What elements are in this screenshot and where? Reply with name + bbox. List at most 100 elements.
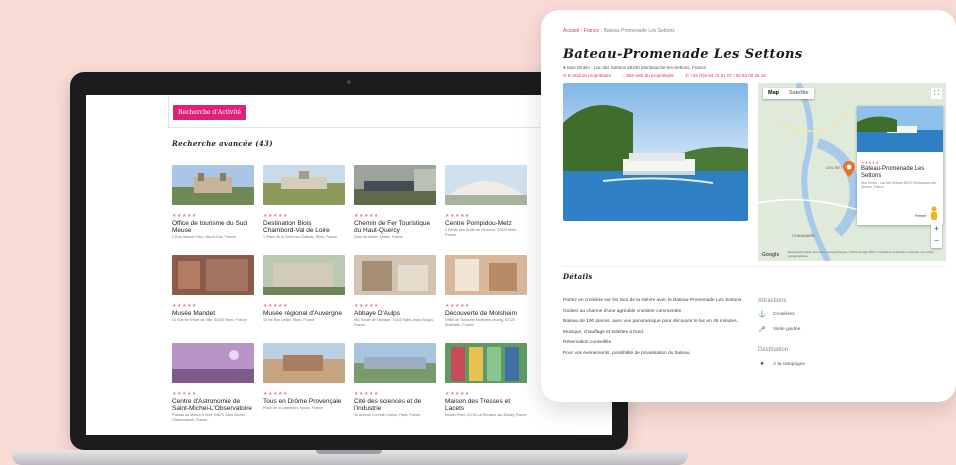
result-thumbnail xyxy=(172,255,254,295)
result-name[interactable]: Découverte de Molsheim xyxy=(445,310,527,317)
page-title: Bateau-Promenade Les Settons xyxy=(563,47,803,62)
attractions-heading: Attractions xyxy=(758,298,787,304)
result-address: 10 bis Rue Delille, Riom, France xyxy=(263,318,315,322)
rating-stars: ★★★★★ xyxy=(354,303,379,309)
email-link[interactable]: ✉ E-mail du propriétaire xyxy=(563,73,616,78)
result-card[interactable]: ★★★★★ Musée Mandet 14 Rue de l'Hôtel de … xyxy=(172,255,254,323)
result-address: 1 Place de la Grève du Château, Blois, F… xyxy=(263,235,338,239)
listing-address: ● Mon Dinélo - Lac des Settons 58230 Mon… xyxy=(563,65,706,70)
rating-stars: ★★★★★ xyxy=(263,213,288,219)
fullscreen-icon[interactable]: ⛶ xyxy=(931,88,942,99)
location-pin-icon: ● xyxy=(563,65,566,70)
result-address: 1 Parvis des Droits de l'Homme, 57020 Me… xyxy=(445,228,517,237)
result-name[interactable]: Maison des Tresses et Lacets xyxy=(445,398,527,412)
search-results-screen xyxy=(86,95,612,435)
map-attribution: Raccourcis clavier Données cartographiqu… xyxy=(788,250,935,258)
result-name[interactable]: Chemin de Fer Touristique du Haut-Quercy xyxy=(354,220,436,234)
location-map[interactable]: Map Satellite ⛶ LES SETTONS CHAUMARD ★★★… xyxy=(758,83,946,261)
result-card[interactable]: ★★★★★ Office de tourisme du Sud Meuse 1 … xyxy=(172,165,254,240)
description-paragraph: Réservation conseillée. xyxy=(563,340,613,345)
rating-stars: ★★★★★ xyxy=(263,303,288,309)
result-name[interactable]: Musée régional d'Auvergne xyxy=(263,310,345,317)
zoom-out-icon[interactable]: − xyxy=(931,235,942,247)
divider xyxy=(563,266,946,267)
boat-photo xyxy=(563,83,748,221)
result-name[interactable]: Tous en Drôme Provençale xyxy=(263,398,345,405)
result-thumbnail xyxy=(445,255,527,295)
result-thumbnail xyxy=(354,255,436,295)
popup-thumbnail xyxy=(857,106,943,152)
results-heading: Recherche avancée (43) xyxy=(172,139,273,148)
popup-address: Mon Dinélo - Lac des Settons 58230 Monts… xyxy=(861,181,938,189)
result-card[interactable]: ★★★★★ Tous en Drôme Provençale Place de … xyxy=(263,343,345,411)
result-address: Place de la Libération, Nyons, France xyxy=(263,406,323,410)
result-thumbnail xyxy=(172,165,254,205)
attraction-item: ⚓ Croisières xyxy=(758,311,795,318)
breadcrumb-home[interactable]: Accueil xyxy=(563,28,579,34)
description-paragraph: Bateau de 100 places, avec vue panoramiq… xyxy=(563,319,738,324)
zoom-controls: + − xyxy=(931,223,942,248)
breadcrumb: Accueil › France › Bateau-Promenade Les … xyxy=(563,28,675,34)
rating-stars: ★★★★★ xyxy=(445,303,470,309)
search-panel: Recherche d'Activité xyxy=(168,96,560,128)
result-name[interactable]: Centre Pompidou-Metz xyxy=(445,220,527,227)
rating-stars: ★★★★★ xyxy=(172,303,197,309)
result-card[interactable]: ★★★★★ Maison des Tresses et Lacets Mouli… xyxy=(445,343,527,418)
description: Partez en croisière sur les lacs de la N… xyxy=(563,298,748,361)
result-name[interactable]: Office de tourisme du Sud Meuse xyxy=(172,220,254,234)
contact-links: ✉ E-mail du propriétaire ⌂ Site web du p… xyxy=(563,73,776,79)
rating-stars: ★★★★★ xyxy=(354,391,379,397)
zoom-in-icon[interactable]: + xyxy=(931,223,942,235)
attraction-label: Croisières xyxy=(773,312,795,317)
phone-label: +33 (0)6 84 72 51 07 / 06 83 00 36 16 xyxy=(690,73,766,78)
result-name[interactable]: Centre d'Astronomie de Saint-Michel-L'Ob… xyxy=(172,398,254,412)
result-address: Plateau du Moulin à Vent, 04870 Saint-Mi… xyxy=(172,413,246,422)
tab-map[interactable]: Map xyxy=(763,88,784,99)
map-place-label: CHAUMARD xyxy=(792,233,816,238)
rating-stars: ★★★★★ xyxy=(445,391,470,397)
popup-close-button[interactable]: Fermer xyxy=(915,214,926,218)
search-activity-button[interactable]: Recherche d'Activité xyxy=(173,105,247,120)
result-thumbnail xyxy=(445,165,527,205)
detail-panel: Accueil › France › Bateau-Promenade Les … xyxy=(541,10,956,402)
result-address: 1 Rue Jeanne d'Arc, Bar-le-Duc, France xyxy=(172,235,236,239)
breadcrumb-current: Bateau-Promenade Les Settons xyxy=(603,28,675,34)
result-thumbnail xyxy=(354,343,436,383)
result-name[interactable]: Destination Blois Chambord-Val de Loire xyxy=(263,220,345,234)
result-card[interactable]: ★★★★★ Chemin de Fer Touristique du Haut-… xyxy=(354,165,436,240)
result-card[interactable]: ★★★★★ Musée régional d'Auvergne 10 bis R… xyxy=(263,255,345,323)
phone-link[interactable]: ✆ +33 (0)6 84 72 51 07 / 06 83 00 36 16 xyxy=(685,73,771,78)
street-view-icon[interactable] xyxy=(929,206,939,222)
tab-satellite[interactable]: Satellite xyxy=(784,88,814,99)
description-paragraph: Partez en croisière sur les lacs de la N… xyxy=(563,298,743,303)
microphone-icon: 🎤︎ xyxy=(758,327,766,333)
rating-stars: ★★★★★ xyxy=(445,213,470,219)
result-thumbnail xyxy=(172,343,254,383)
result-address: Moulin Pinel, 42740 La Terrasse-sur-Dorl… xyxy=(445,413,527,417)
breadcrumb-country[interactable]: France xyxy=(584,28,600,34)
result-card[interactable]: ★★★★★ Abbaye D'Aulps 961 Route de l'Abba… xyxy=(354,255,436,327)
result-thumbnail xyxy=(263,165,345,205)
result-address: 14 Rue de l'Hôtel de Ville, 63200 Riom, … xyxy=(172,318,247,322)
result-card[interactable]: ★★★★★ Découverte de Molsheim Office de T… xyxy=(445,255,527,327)
result-card[interactable]: ★★★★★ Centre d'Astronomie de Saint-Miche… xyxy=(172,343,254,422)
result-name[interactable]: Cité des sciences et de l'industrie xyxy=(354,398,436,412)
website-link[interactable]: ⌂ Site web du propriétaire xyxy=(622,73,679,78)
result-name[interactable]: Abbaye D'Aulps xyxy=(354,310,436,317)
result-card[interactable]: ★★★★★ Cité des sciences et de l'industri… xyxy=(354,343,436,418)
result-card[interactable]: ★★★★★ Centre Pompidou-Metz 1 Parvis des … xyxy=(445,165,527,237)
map-info-popup: ★★★★★ Bateau-Promenade Les Settons Mon D… xyxy=(857,106,943,225)
result-address: 961 Route de l'Abbaye, 74110 Saint-Jean-… xyxy=(354,318,435,327)
result-thumbnail xyxy=(445,343,527,383)
map-marker-icon[interactable] xyxy=(843,161,855,177)
details-heading: Détails xyxy=(563,272,593,281)
description-paragraph: Pour vos événements, possibilité de priv… xyxy=(563,350,691,356)
result-card[interactable]: ★★★★★ Destination Blois Chambord-Val de … xyxy=(263,165,345,240)
result-address: Office de Tourisme Molsheim-Mutzig, 6712… xyxy=(445,318,515,327)
attraction-item: 🎤︎ Visite guidée xyxy=(758,326,800,333)
map-type-tabs: Map Satellite xyxy=(763,88,814,99)
result-address: Gare de Martel, Martel, France xyxy=(354,235,404,239)
result-address: 30 Avenue Corentin Cariou, Paris, France xyxy=(354,413,421,417)
address-text: Mon Dinélo - Lac des Settons 58230 Monts… xyxy=(566,65,707,70)
result-name[interactable]: Musée Mandet xyxy=(172,310,254,317)
